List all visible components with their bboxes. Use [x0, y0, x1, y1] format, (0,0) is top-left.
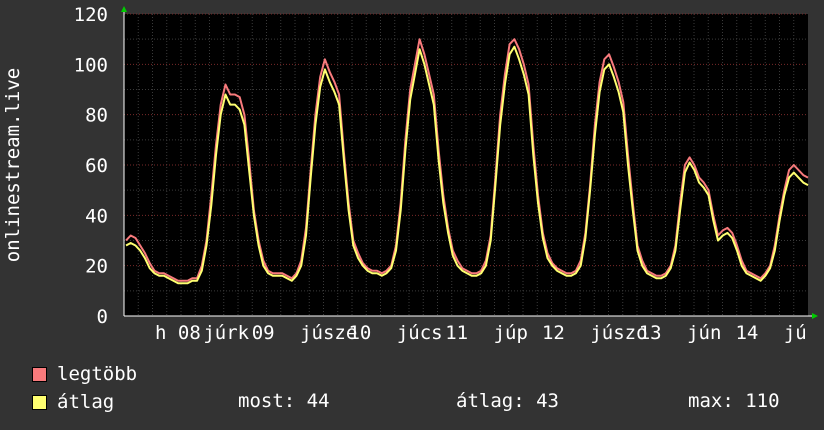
y-tick-label: 80: [85, 105, 108, 127]
stat-max: max: 110: [688, 390, 780, 412]
line-chart: 020406080100120h 08 júrk 09 júsze10 júcs 11 jú…: [74, 4, 818, 344]
stat-now: most: 44: [238, 390, 330, 412]
x-tick-label: h 08: [155, 322, 201, 344]
y-tick-label: 0: [97, 306, 108, 328]
y-tick-label: 100: [74, 54, 108, 76]
legend-swatch-max: [32, 366, 47, 382]
y-tick-label: 60: [85, 155, 108, 177]
stat-avg: átlag: 43: [456, 390, 559, 412]
legend-item-avg: átlag: [32, 390, 114, 414]
x-tick-label: júcs: [397, 322, 443, 344]
legend-swatch-avg: [32, 394, 47, 410]
x-axis-arrow: [812, 313, 818, 319]
y-axis-label-container: onlinestream.live: [0, 0, 30, 330]
y-tick-label: 40: [85, 205, 108, 227]
x-tick-label: 11: [445, 322, 468, 344]
y-tick-label: 120: [74, 4, 108, 26]
x-tick-label: 13: [639, 322, 662, 344]
y-tick-label: 20: [85, 256, 108, 278]
x-tick-label: 10: [348, 322, 371, 344]
x-tick-label: 14: [735, 322, 758, 344]
x-tick-label: 09: [252, 322, 275, 344]
x-tick-label: 12: [542, 322, 565, 344]
legend-label-avg: átlag: [57, 391, 115, 413]
y-axis-arrow: [121, 6, 127, 12]
y-axis-label: onlinestream.live: [2, 67, 24, 263]
x-tick-label: jú: [784, 322, 807, 344]
x-tick-label: júrk: [203, 322, 249, 344]
legend-label-max: legtöbb: [57, 363, 138, 385]
legend-item-max: legtöbb: [32, 362, 137, 386]
x-tick-label: jún: [687, 322, 721, 344]
x-tick-label: júp: [494, 322, 528, 344]
